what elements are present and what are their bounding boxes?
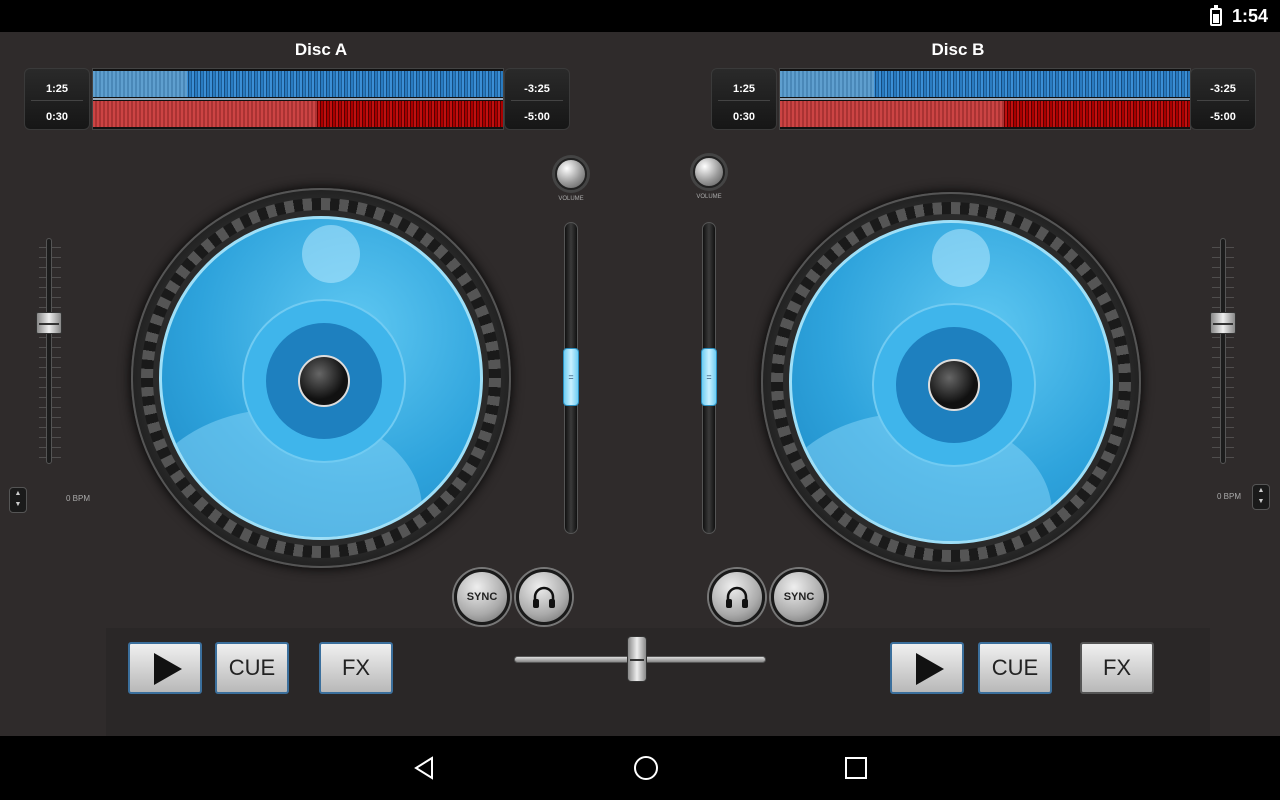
home-icon[interactable] (631, 754, 661, 782)
deck-a-cue-button[interactable]: CUE (215, 642, 289, 694)
deck-a-headphone-button[interactable] (516, 569, 572, 625)
deck-a-volume-knob[interactable] (555, 158, 587, 190)
deck-b-waveform[interactable] (779, 68, 1191, 130)
deck-a-sync-button[interactable]: SYNC (454, 569, 510, 625)
deck-b-elapsed-top: 1:25 (732, 83, 756, 95)
deck-b-pitch-track[interactable] (1220, 238, 1226, 464)
headphone-icon (726, 586, 748, 608)
play-icon (154, 653, 182, 685)
deck-b-pitch-handle[interactable] (1210, 312, 1236, 334)
deck-a-sync-label: SYNC (466, 591, 498, 603)
deck-b-fx-label: FX (1102, 655, 1132, 680)
battery-charging-icon (1210, 5, 1222, 26)
deck-a-platter[interactable] (159, 216, 483, 540)
deck-a-fx-button[interactable]: FX (319, 642, 393, 694)
status-clock: 1:54 (1232, 6, 1269, 26)
deck-b-cue-label: CUE (991, 655, 1039, 680)
deck-a-pitch-track[interactable] (46, 238, 52, 464)
deck-b-spindle (928, 359, 980, 411)
stepper-down-icon[interactable]: ▼ (1253, 496, 1269, 507)
deck-b-volume-handle[interactable]: = (701, 348, 717, 406)
deck-a-elapsed-box: 1:25 0:30 (24, 68, 90, 130)
deck-a-spindle (298, 355, 350, 407)
deck-a-remaining-box: -3:25 -5:00 (504, 68, 570, 130)
deck-a-volume-label: VOLUME (558, 196, 584, 202)
deck-b-remaining-box: -3:25 -5:00 (1190, 68, 1256, 130)
deck-b-sync-button[interactable]: SYNC (771, 569, 827, 625)
deck-a-bpm-label: 0 BPM (66, 494, 91, 503)
deck-b-fx-button[interactable]: FX (1080, 642, 1154, 694)
deck-b-bpm-stepper[interactable]: ▲ ▼ (1252, 484, 1270, 510)
headphone-icon (533, 586, 555, 608)
deck-b-play-button[interactable] (890, 642, 964, 694)
deck-a-volume-handle[interactable]: = (563, 348, 579, 406)
stepper-up-icon[interactable]: ▲ (10, 488, 26, 499)
deck-a-waveform[interactable] (92, 68, 504, 130)
deck-b-headphone-button[interactable] (709, 569, 765, 625)
deck-a-remaining-bottom: -5:00 (524, 111, 550, 123)
recents-icon[interactable] (841, 754, 871, 782)
deck-a-play-button[interactable] (128, 642, 202, 694)
deck-a-elapsed-bottom: 0:30 (45, 111, 69, 123)
deck-a-cue-label: CUE (228, 655, 276, 680)
deck-b-volume-knob[interactable] (693, 156, 725, 188)
deck-a-title: Disc A (294, 40, 348, 59)
deck-a-fx-label: FX (341, 655, 371, 680)
back-icon[interactable] (410, 754, 440, 782)
deck-b-elapsed-bottom: 0:30 (732, 111, 756, 123)
stepper-down-icon[interactable]: ▼ (10, 499, 26, 510)
deck-b-elapsed-box: 1:25 0:30 (711, 68, 777, 130)
deck-b-title: Disc B (931, 40, 985, 59)
deck-a-turntable[interactable] (131, 188, 511, 568)
deck-a-elapsed-top: 1:25 (45, 83, 69, 95)
deck-b-bpm-label: 0 BPM (1217, 492, 1242, 501)
navigation-bar (0, 736, 1280, 800)
deck-b-remaining-bottom: -5:00 (1210, 111, 1236, 123)
status-bar: 1:54 (0, 0, 1280, 32)
play-icon (916, 653, 944, 685)
deck-b-volume-label: VOLUME (696, 194, 722, 200)
deck-a-remaining-top: -3:25 (524, 83, 550, 95)
deck-b-sync-label: SYNC (783, 591, 815, 603)
deck-b-cue-button[interactable]: CUE (978, 642, 1052, 694)
deck-b-platter[interactable] (789, 220, 1113, 544)
dj-app: Disc A 1:25 0:30 -3:25 -5:00 Disc B 1:25… (0, 32, 1280, 736)
deck-b-turntable[interactable] (761, 192, 1141, 572)
crossfader-handle[interactable] (627, 636, 647, 682)
deck-a-bpm-stepper[interactable]: ▲ ▼ (9, 487, 27, 513)
deck-b-remaining-top: -3:25 (1210, 83, 1236, 95)
deck-a-pitch-handle[interactable] (36, 312, 62, 334)
stepper-up-icon[interactable]: ▲ (1253, 485, 1269, 496)
